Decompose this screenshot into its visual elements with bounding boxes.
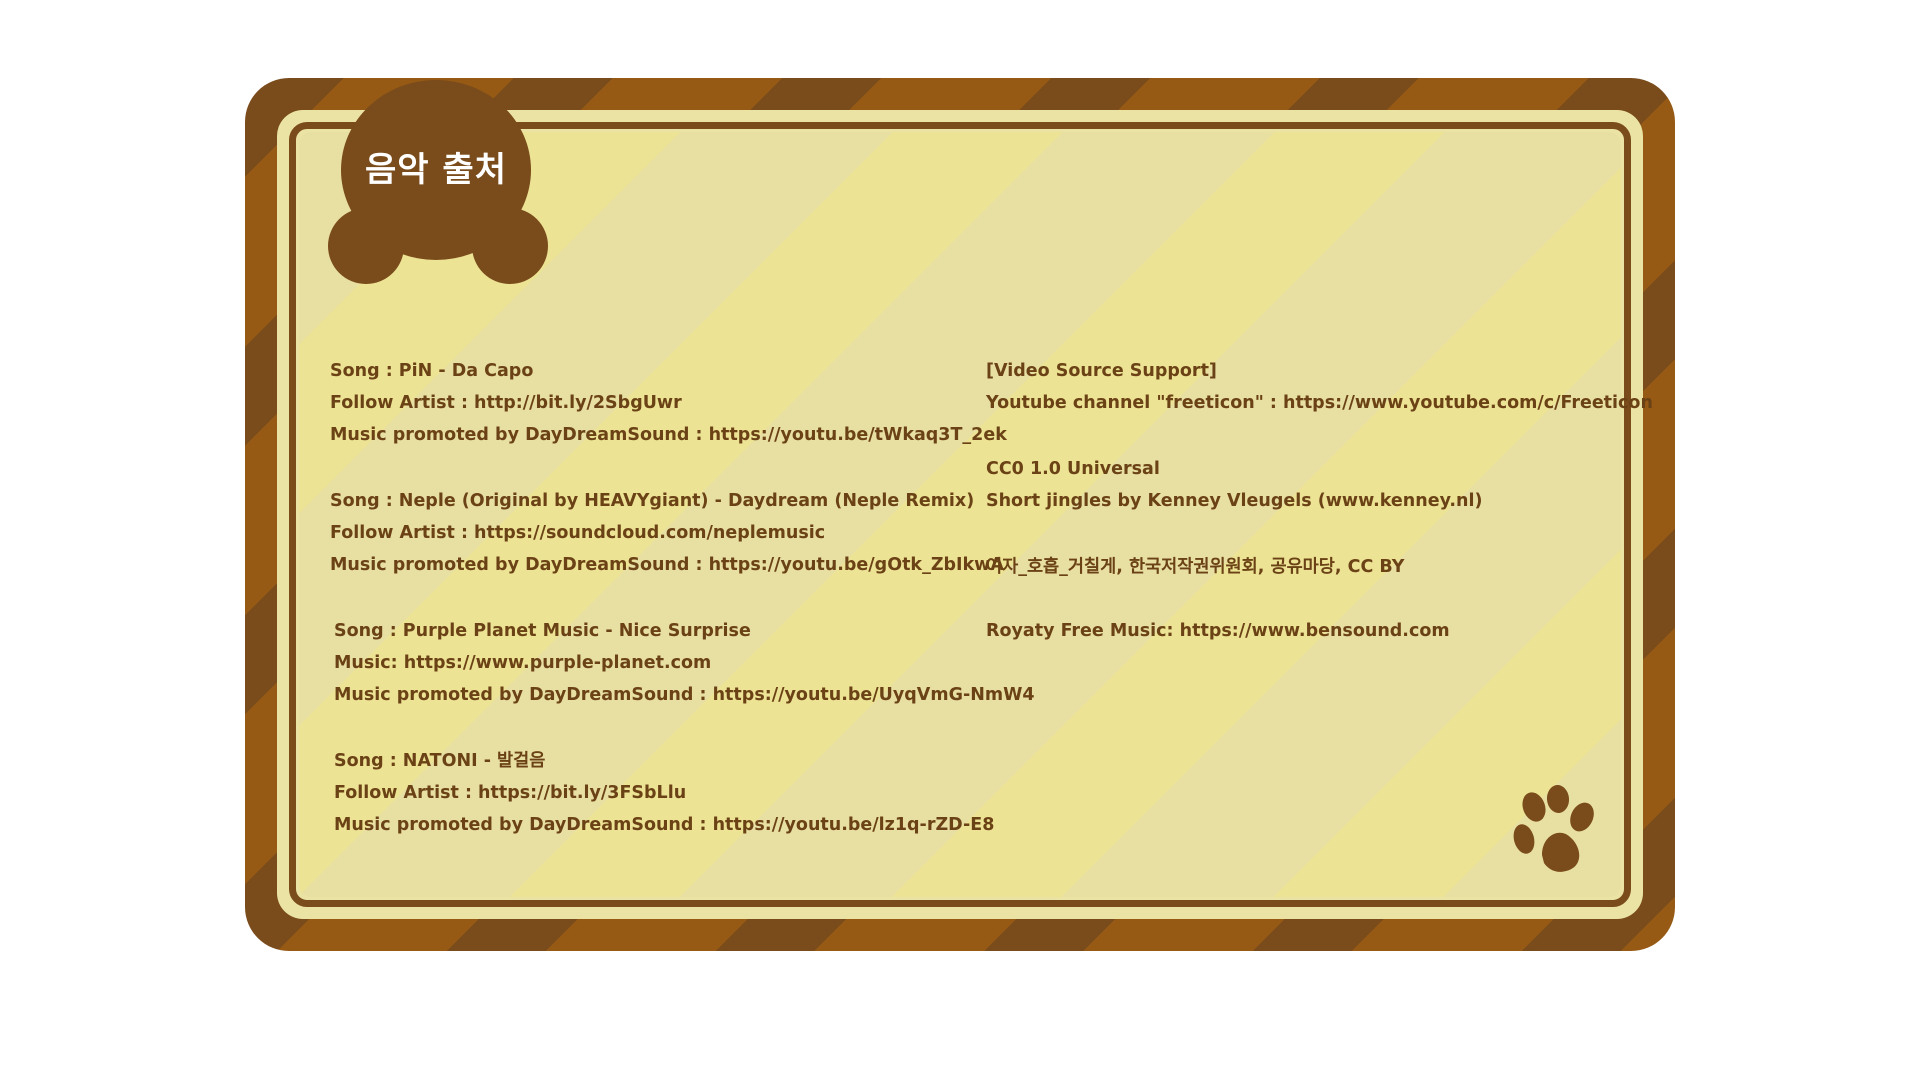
credit-song: Song : NATONI - 발걸음 [334, 751, 546, 771]
badge-head: 음악 출처 [341, 80, 531, 260]
credit-group: Song : PiN - Da Capo Follow Artist : htt… [330, 355, 1035, 451]
credit-artist: Follow Artist : https://bit.ly/3FSbLlu [334, 783, 687, 803]
paw-print-icon [1513, 785, 1594, 872]
source-group: Royaty Free Music: https://www.bensound.… [986, 615, 1653, 647]
credits-screen: 음악 출처 Song : PiN - Da Capo Follow Artist… [0, 0, 1920, 1080]
source-detail: Youtube channel "freeticon" : https://ww… [986, 393, 1653, 413]
credit-song: Song : Purple Planet Music - Nice Surpri… [334, 621, 751, 641]
credit-promo: Music promoted by DayDreamSound : https:… [330, 555, 1004, 575]
credit-song: Song : PiN - Da Capo [330, 361, 534, 381]
source-detail: 여자_호흡_거칠게, 한국저작권위원회, 공유마당, CC BY [986, 557, 1405, 577]
title-badge: 음악 출처 [328, 80, 552, 290]
credit-artist: Follow Artist : http://bit.ly/2SbgUwr [330, 393, 682, 413]
source-credits-column: [Video Source Support] Youtube channel "… [986, 355, 1653, 681]
page-title: 음악 출처 [365, 149, 507, 190]
source-group: 여자_호흡_거칠게, 한국저작권위원회, 공유마당, CC BY [986, 551, 1653, 583]
source-detail: Short jingles by Kenney Vleugels (www.ke… [986, 491, 1483, 511]
credit-promo: Music promoted by DayDreamSound : https:… [334, 815, 995, 835]
source-license: CC0 1.0 Universal [986, 459, 1160, 479]
credit-group: Song : Neple (Original by HEAVYgiant) - … [330, 485, 1035, 581]
source-group: [Video Source Support] Youtube channel "… [986, 355, 1653, 419]
credit-song: Song : Neple (Original by HEAVYgiant) - … [330, 491, 975, 511]
source-heading: [Video Source Support] [986, 361, 1217, 381]
credit-group: Song : Purple Planet Music - Nice Surpri… [334, 615, 1035, 711]
credit-promo: Music promoted by DayDreamSound : https:… [334, 685, 1035, 705]
credit-group: Song : NATONI - 발걸음 Follow Artist : http… [334, 745, 1035, 841]
source-detail: Royaty Free Music: https://www.bensound.… [986, 621, 1450, 641]
credit-artist: Follow Artist : https://soundcloud.com/n… [330, 523, 826, 543]
source-group: CC0 1.0 Universal Short jingles by Kenne… [986, 453, 1653, 517]
credit-artist: Music: https://www.purple-planet.com [334, 653, 712, 673]
credit-promo: Music promoted by DayDreamSound : https:… [330, 425, 1007, 445]
music-credits-column: Song : PiN - Da Capo Follow Artist : htt… [330, 355, 1035, 875]
